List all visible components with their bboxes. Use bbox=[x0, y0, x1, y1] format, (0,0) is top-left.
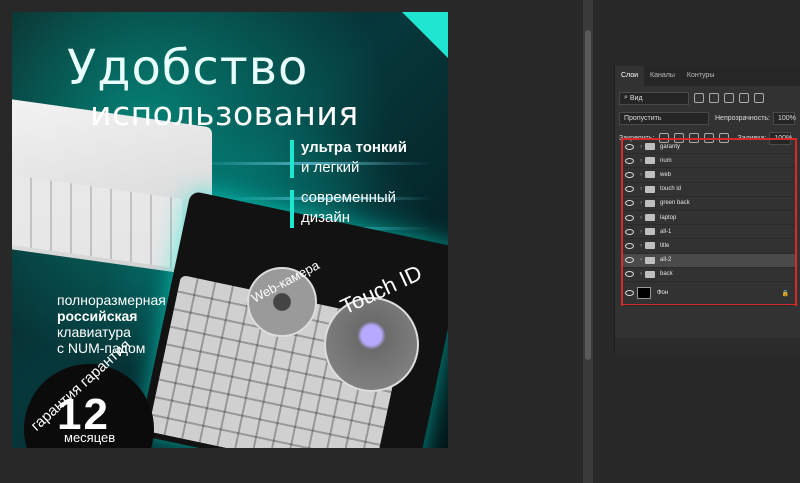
folder-icon bbox=[645, 242, 655, 250]
folder-icon bbox=[645, 185, 655, 193]
teal-corner-shape bbox=[402, 12, 448, 58]
folder-icon bbox=[645, 270, 655, 278]
visibility-eye-icon[interactable] bbox=[625, 143, 634, 150]
warranty-unit: месяцев bbox=[64, 430, 116, 445]
layer-name: all-1 bbox=[660, 228, 672, 235]
layer-filter-select[interactable]: ⌕ Вид bbox=[619, 91, 689, 105]
chevron-right-icon[interactable]: › bbox=[640, 257, 642, 263]
visibility-eye-icon[interactable] bbox=[625, 290, 634, 297]
visibility-eye-icon[interactable] bbox=[625, 171, 634, 178]
layer-name: Фон bbox=[657, 290, 669, 297]
layer-row-background[interactable]: Фон 🔒 bbox=[623, 282, 795, 306]
chevron-right-icon[interactable]: › bbox=[640, 271, 642, 277]
layer-row[interactable]: › green back bbox=[623, 197, 795, 211]
layer-name: garanty bbox=[660, 143, 681, 150]
visibility-eye-icon[interactable] bbox=[625, 214, 634, 221]
chevron-right-icon[interactable]: › bbox=[640, 186, 642, 192]
visibility-eye-icon[interactable] bbox=[625, 271, 634, 278]
layer-row-selected[interactable]: › all-2 bbox=[623, 253, 795, 268]
folder-icon bbox=[645, 143, 655, 151]
feature-bar bbox=[290, 190, 294, 228]
folder-icon bbox=[645, 157, 655, 165]
opacity-label: Непрозрачность: bbox=[715, 114, 770, 122]
kb-line1: полноразмерная bbox=[57, 292, 166, 308]
feature-thin: ультра тонкий и легкий bbox=[301, 138, 407, 178]
visibility-eye-icon[interactable] bbox=[625, 228, 634, 235]
layer-row[interactable]: › back bbox=[623, 268, 795, 282]
feature-design-line1: современный bbox=[301, 189, 397, 206]
visibility-eye-icon[interactable] bbox=[625, 200, 634, 207]
visibility-eye-icon[interactable] bbox=[625, 242, 634, 249]
layer-row[interactable]: › all-1 bbox=[623, 225, 795, 240]
type-filter-icon[interactable] bbox=[724, 93, 734, 103]
chevron-right-icon[interactable]: › bbox=[640, 200, 642, 206]
tab-layers[interactable]: Слои bbox=[615, 66, 645, 86]
feature-thin-rest: и легкий bbox=[301, 159, 360, 176]
folder-icon bbox=[645, 214, 655, 222]
lock-icon: 🔒 bbox=[781, 290, 789, 297]
layer-row[interactable]: › laptop bbox=[623, 211, 795, 226]
folder-icon bbox=[645, 199, 655, 207]
visibility-eye-icon[interactable] bbox=[625, 257, 634, 264]
headline-line2: использования bbox=[90, 94, 359, 133]
feature-thin-bold: ультра тонкий bbox=[301, 139, 407, 156]
chevron-right-icon[interactable]: › bbox=[640, 215, 642, 221]
filter-row: ⌕ Вид bbox=[619, 90, 796, 106]
folder-icon bbox=[645, 171, 655, 179]
visibility-eye-icon[interactable] bbox=[625, 157, 634, 164]
layer-row[interactable]: › title bbox=[623, 239, 795, 254]
image-filter-icon[interactable] bbox=[694, 93, 704, 103]
layer-thumbnail bbox=[637, 287, 651, 300]
scrollbar-thumb[interactable] bbox=[585, 30, 591, 360]
layer-row[interactable]: › web bbox=[623, 168, 795, 183]
layer-row[interactable]: › touch id bbox=[623, 183, 795, 197]
layer-name: num bbox=[660, 157, 672, 164]
blend-mode-select[interactable]: Пропустить bbox=[619, 111, 709, 125]
tab-paths[interactable]: Контуры bbox=[681, 66, 720, 86]
tab-channels[interactable]: Каналы bbox=[644, 66, 681, 86]
smart-object-filter-icon[interactable] bbox=[754, 93, 764, 103]
panel-footer bbox=[615, 338, 800, 356]
chevron-right-icon[interactable]: › bbox=[640, 158, 642, 164]
filter-label: Вид bbox=[629, 94, 643, 102]
headline-line1: Удобство bbox=[67, 40, 309, 96]
layer-name: green back bbox=[660, 200, 690, 207]
feature-design-line2: дизайн bbox=[301, 209, 351, 226]
chevron-right-icon[interactable]: › bbox=[640, 229, 642, 235]
canvas-vertical-scrollbar[interactable] bbox=[583, 0, 593, 483]
chevron-right-icon[interactable]: › bbox=[640, 144, 642, 150]
folder-icon bbox=[645, 256, 655, 264]
folder-icon bbox=[645, 228, 655, 236]
feature-design: современный дизайн bbox=[301, 188, 396, 228]
panel-tabs: Слои Каналы Контуры bbox=[615, 66, 800, 86]
layers-list: › garanty › num › web › touch id › green back… bbox=[621, 138, 797, 306]
layer-name: touch id bbox=[660, 186, 682, 193]
layer-name: laptop bbox=[660, 214, 677, 221]
blend-row: Пропустить Непрозрачность: 100% bbox=[619, 110, 796, 126]
layer-name: back bbox=[660, 271, 673, 278]
layer-name: all-2 bbox=[660, 257, 672, 264]
visibility-eye-icon[interactable] bbox=[625, 186, 634, 193]
layer-row[interactable]: › num bbox=[623, 154, 795, 169]
kb-line2-bold: российская bbox=[57, 308, 138, 324]
layer-name: title bbox=[660, 242, 670, 249]
touchid-callout-image bbox=[324, 297, 419, 392]
adjustment-filter-icon[interactable] bbox=[709, 93, 719, 103]
opacity-input[interactable]: 100% bbox=[773, 111, 796, 125]
document-canvas[interactable]: Удобство использования ультра тонкий и л… bbox=[12, 12, 448, 448]
chevron-right-icon[interactable]: › bbox=[640, 172, 642, 178]
chevron-right-icon[interactable]: › bbox=[640, 243, 642, 249]
layer-row[interactable]: › garanty bbox=[623, 140, 795, 155]
shape-filter-icon[interactable] bbox=[739, 93, 749, 103]
layer-name: web bbox=[660, 171, 672, 178]
layers-panel: Слои Каналы Контуры ⌕ Вид Пропустить Неп… bbox=[614, 66, 800, 356]
feature-bar bbox=[290, 140, 294, 178]
